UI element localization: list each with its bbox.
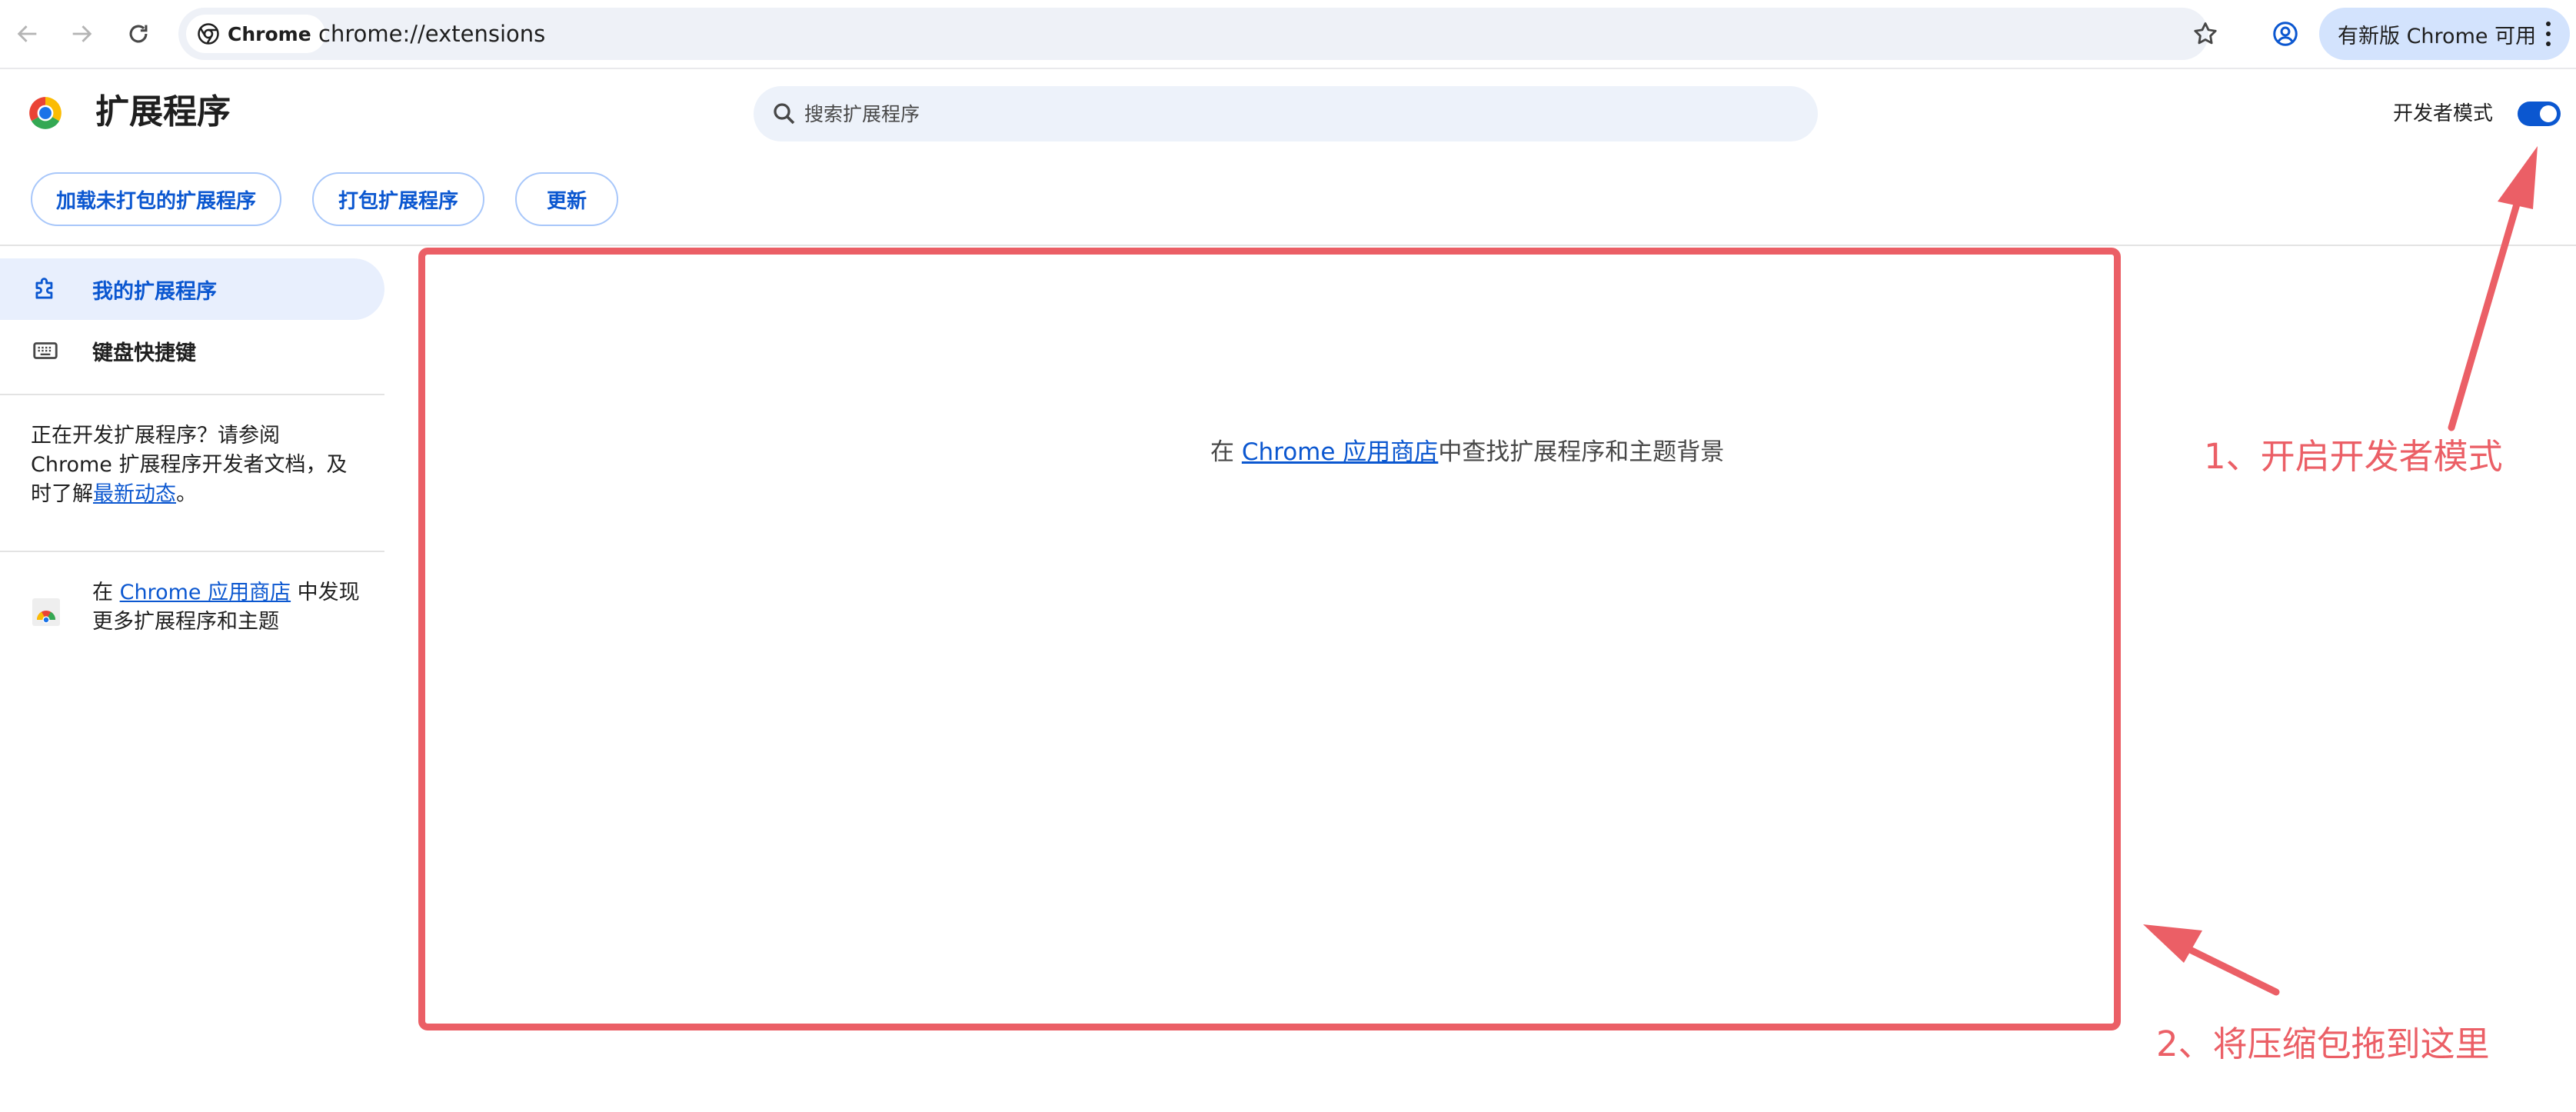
web-store-link[interactable]: Chrome 应用商店	[120, 581, 291, 604]
bookmark-button[interactable]	[2187, 15, 2224, 52]
search-bar[interactable]	[754, 86, 1818, 141]
search-input[interactable]	[804, 86, 1789, 141]
account-icon	[2273, 22, 2298, 46]
omnibox[interactable]: Chrome chrome://extensions	[178, 8, 2208, 60]
url-text[interactable]: chrome://extensions	[318, 8, 545, 60]
sidebar-item-label: 键盘快捷键	[92, 341, 196, 365]
reload-icon	[129, 25, 148, 43]
sidebar-item-keyboard-shortcuts[interactable]: 键盘快捷键	[0, 320, 384, 381]
chrome-update-label: 有新版 Chrome 可用	[2338, 24, 2537, 48]
site-chip[interactable]: Chrome	[186, 15, 325, 53]
chrome-update-button[interactable]: 有新版 Chrome 可用	[2319, 8, 2570, 60]
forward-button[interactable]	[63, 15, 100, 52]
annotation-step-2: 2、将压缩包拖到这里	[2156, 1024, 2490, 1064]
drop-zone-highlight[interactable]	[418, 248, 2121, 1030]
dev-mode-label: 开发者模式	[2393, 102, 2494, 125]
browser-toolbar: Chrome chrome://extensions 有新版 Chrome 可用	[0, 0, 2576, 69]
sidebar-divider	[0, 394, 384, 395]
back-button[interactable]	[9, 15, 46, 52]
page-title: 扩展程序	[95, 92, 231, 132]
sidebar-item-label: 我的扩展程序	[92, 279, 217, 304]
puzzle-icon	[35, 278, 53, 299]
arrow-drop-zone	[2143, 924, 2280, 996]
developer-docs-note: 正在开发扩展程序？请参阅 Chrome 扩展程序开发者文档，及时了解最新动态。	[31, 424, 348, 506]
chrome-logo-icon	[29, 97, 62, 129]
load-unpacked-button[interactable]: 加载未打包的扩展程序	[31, 172, 281, 226]
chrome-icon	[198, 23, 219, 45]
profile-button[interactable]	[2267, 15, 2304, 52]
toggle-knob	[2540, 105, 2557, 122]
web-store-link[interactable]: Chrome 应用商店	[1242, 438, 1438, 466]
arrow-dev-mode	[2448, 146, 2538, 431]
site-chip-label: Chrome	[228, 22, 311, 45]
arrow-right-icon	[72, 25, 92, 42]
web-store-icon	[32, 598, 60, 626]
update-extensions-button[interactable]: 更新	[515, 172, 618, 226]
arrow-left-icon	[17, 25, 37, 42]
keyboard-icon	[33, 342, 58, 359]
dev-mode-toggle[interactable]	[2518, 102, 2561, 126]
sidebar-divider	[0, 551, 384, 552]
annotation-step-1: 1、开启开发者模式	[2204, 436, 2503, 477]
header-divider	[0, 245, 2576, 246]
empty-state-message: 在 Chrome 应用商店中查找扩展程序和主题背景	[1210, 438, 1725, 466]
search-icon	[774, 103, 795, 125]
pack-extension-button[interactable]: 打包扩展程序	[312, 172, 484, 226]
latest-news-link[interactable]: 最新动态	[93, 482, 176, 506]
web-store-note: 在 Chrome 应用商店 中发现更多扩展程序和主题	[92, 581, 360, 634]
more-vert-icon	[2539, 18, 2558, 49]
sidebar-item-my-extensions[interactable]: 我的扩展程序	[0, 258, 384, 320]
star-icon	[2194, 22, 2217, 45]
reload-button[interactable]	[120, 15, 157, 52]
